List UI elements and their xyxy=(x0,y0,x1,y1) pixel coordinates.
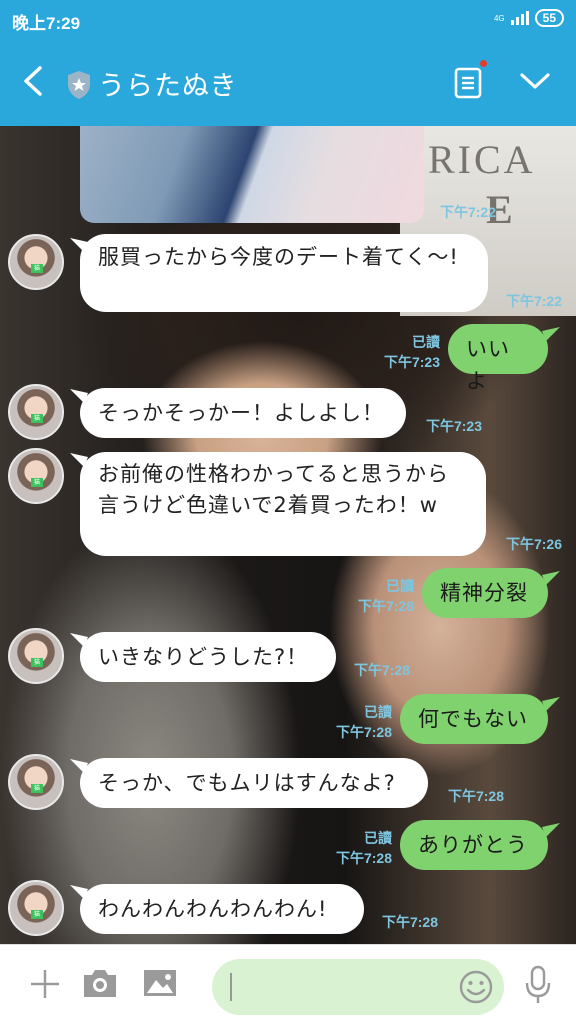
message-input[interactable] xyxy=(236,967,436,1007)
contact-name[interactable]: うらたぬき xyxy=(98,64,237,103)
message-input-field[interactable] xyxy=(212,959,504,1015)
message-meta: 下午7:28 xyxy=(353,662,410,678)
message-meta: 下午7:26 xyxy=(505,536,562,552)
chat-header: うらたぬき xyxy=(0,38,576,126)
message-meta: 下午7:22 xyxy=(505,293,562,309)
microphone-icon[interactable] xyxy=(524,965,552,1005)
message-bubble[interactable]: いいよ xyxy=(448,324,548,393)
wall-text-1: RICA xyxy=(428,137,536,182)
avatar[interactable]: 猫 xyxy=(8,448,64,504)
message-meta: 下午7:23 xyxy=(425,418,482,434)
back-icon[interactable] xyxy=(20,64,48,98)
message-meta: 已讀 下午7:28 xyxy=(335,830,392,866)
avatar[interactable]: 猫 xyxy=(8,628,64,684)
status-indicators: 4G 55 xyxy=(494,9,564,27)
message-meta: 已讀 下午7:23 xyxy=(383,334,440,370)
smiley-icon[interactable] xyxy=(458,969,494,1005)
message-bubble[interactable]: いきなりどうした?！ xyxy=(80,632,336,682)
network-type: 4G xyxy=(493,13,505,23)
chevron-down-icon[interactable] xyxy=(518,68,552,94)
message-bubble[interactable]: そっかそっかー！よしよし！ xyxy=(80,388,406,438)
message-meta: 已讀 下午7:28 xyxy=(335,704,392,740)
avatar[interactable]: 猫 xyxy=(8,880,64,936)
photo-message[interactable] xyxy=(80,126,424,223)
shield-star-icon xyxy=(68,71,90,99)
message-bubble[interactable]: ありがとう xyxy=(400,820,548,870)
bubble-tail xyxy=(542,327,560,341)
message-bubble[interactable]: 服買ったから今度のデート着てく〜! xyxy=(80,234,488,312)
message-bubble[interactable]: お前俺の性格わかってると思うから言うけど色違いで2着買ったわ！w xyxy=(80,452,486,556)
text-caret xyxy=(230,973,232,1001)
message-meta: 已讀 下午7:28 xyxy=(357,578,414,614)
plus-icon[interactable] xyxy=(28,967,62,1001)
bubble-tail xyxy=(542,823,560,837)
message-meta: 下午7:28 xyxy=(381,914,438,930)
bubble-tail xyxy=(542,571,560,585)
status-bar: 晚上7:29 4G 55 xyxy=(0,0,576,38)
notification-dot xyxy=(480,60,487,67)
avatar[interactable]: 猫 xyxy=(8,234,64,290)
image-icon[interactable] xyxy=(142,967,178,999)
chat-area[interactable]: RICA E 下午7:22 猫 服買ったから今度のデート着てく〜! 下午7:22… xyxy=(0,126,576,944)
message-bubble[interactable]: 精神分裂 xyxy=(422,568,548,618)
message-meta: 下午7:22 xyxy=(439,204,496,220)
message-bubble[interactable]: そっか、でもムリはすんなよ? xyxy=(80,758,428,808)
bubble-tail xyxy=(542,697,560,711)
avatar[interactable]: 猫 xyxy=(8,754,64,810)
camera-icon[interactable] xyxy=(82,967,118,999)
signal-icon xyxy=(510,11,529,25)
input-bar xyxy=(0,944,576,1024)
message-bubble[interactable]: わんわんわんわんわん! xyxy=(80,884,364,934)
battery-level: 55 xyxy=(534,9,564,27)
notes-icon[interactable] xyxy=(452,66,484,100)
status-time: 晚上7:29 xyxy=(12,14,81,33)
message-meta: 下午7:28 xyxy=(447,788,504,804)
avatar[interactable]: 猫 xyxy=(8,384,64,440)
message-bubble[interactable]: 何でもない xyxy=(400,694,548,744)
